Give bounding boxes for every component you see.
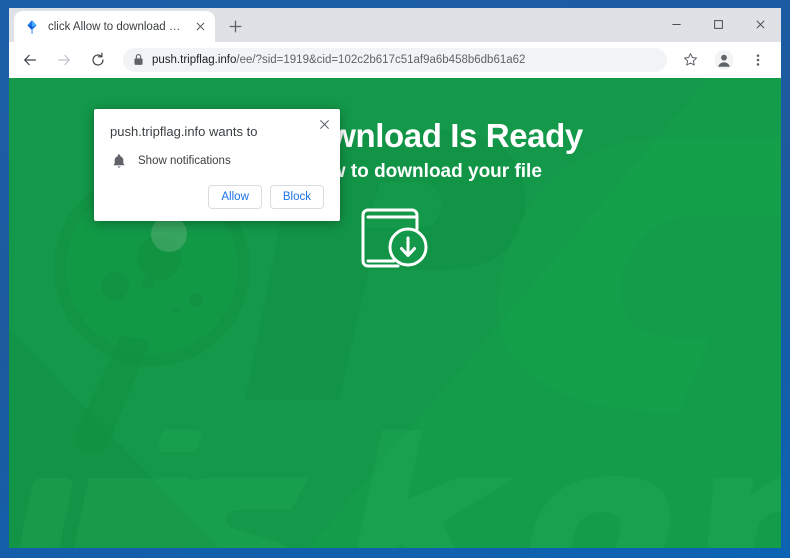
dialog-permission-label: Show notifications [138, 154, 231, 167]
dialog-title: push.tripflag.info wants to [110, 124, 258, 139]
book-download-icon [356, 199, 434, 273]
three-dots-icon [756, 53, 760, 66]
kite-favicon [27, 19, 37, 34]
forward-button [50, 46, 78, 74]
arrow-right-icon [58, 54, 70, 65]
tab-close-icon[interactable] [192, 19, 208, 35]
chrome-menu-button[interactable] [744, 46, 772, 74]
reload-button[interactable] [84, 46, 112, 74]
notification-permission-dialog: push.tripflag.info wants to Show notific… [94, 109, 340, 221]
close-icon [319, 119, 329, 129]
profile-avatar-button[interactable] [710, 46, 738, 74]
tab-strip: click Allow to download your file [9, 8, 781, 42]
browser-toolbar: push.tripflag.info/ee/?sid=1919&cid=102c… [9, 42, 781, 78]
back-button[interactable] [16, 46, 44, 74]
window-close-button[interactable] [739, 8, 781, 40]
toolbar-actions [673, 46, 775, 74]
new-tab-button[interactable] [221, 12, 249, 40]
star-icon [683, 53, 697, 66]
window-controls [655, 8, 781, 40]
address-bar[interactable]: push.tripflag.info/ee/?sid=1919&cid=102c… [123, 47, 667, 72]
dialog-permission-row: Show notifications [110, 153, 324, 169]
window-maximize-button[interactable] [697, 8, 739, 40]
minimize-icon [671, 23, 681, 25]
close-glyph [196, 22, 204, 31]
block-button[interactable]: Block [269, 185, 324, 209]
bell-icon [113, 154, 125, 168]
plus-icon [228, 19, 242, 33]
avatar-icon [714, 49, 734, 70]
browser-window: click Allow to download your file [9, 8, 781, 548]
os-window-frame: click Allow to download your file [0, 0, 790, 558]
tab-title: click Allow to download your file [48, 20, 184, 33]
page-viewport: Your Download Is Ready click Allow to do… [9, 78, 781, 548]
browser-tab[interactable]: click Allow to download your file [14, 11, 215, 42]
allow-button[interactable]: Allow [208, 185, 262, 209]
maximize-icon [713, 19, 723, 29]
arrow-left-icon [24, 54, 36, 65]
close-icon [756, 20, 764, 28]
dialog-close-button[interactable] [314, 114, 334, 134]
dialog-actions: Allow Block [110, 185, 324, 209]
window-minimize-button[interactable] [655, 8, 697, 40]
address-bar-text: push.tripflag.info/ee/?sid=1919&cid=102c… [152, 53, 526, 66]
lock-icon [134, 54, 143, 65]
bookmark-star-button[interactable] [676, 46, 704, 74]
reload-icon [92, 52, 104, 66]
